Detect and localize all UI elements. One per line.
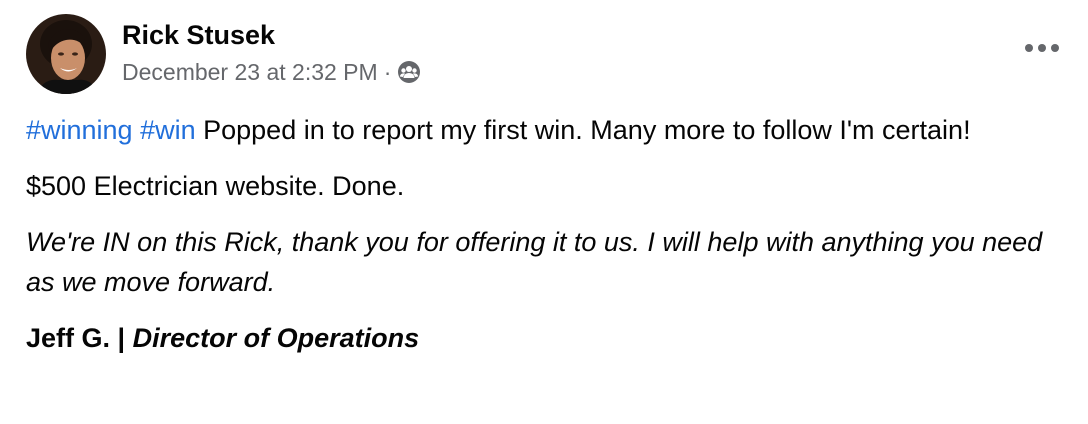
hashtag-link[interactable]: #winning xyxy=(26,115,133,145)
more-options-icon xyxy=(1025,44,1059,52)
more-options-button[interactable] xyxy=(1022,32,1062,64)
post-text-line1: Popped in to report my first win. Many m… xyxy=(195,115,971,145)
post-quote: We're IN on this Rick, thank you for off… xyxy=(26,227,1043,297)
post-meta: Rick Stusek December 23 at 2:32 PM · xyxy=(122,20,421,87)
post-body: #winning #win Popped in to report my fir… xyxy=(26,110,1066,374)
post-paragraph-2: $500 Electrician website. Done. xyxy=(26,171,405,201)
post-timestamp[interactable]: December 23 at 2:32 PM xyxy=(122,57,378,87)
post-header: Rick Stusek December 23 at 2:32 PM · xyxy=(26,14,421,94)
group-icon[interactable] xyxy=(397,60,421,84)
signature-name: Jeff G. | xyxy=(26,323,133,353)
avatar[interactable] xyxy=(26,14,106,94)
post-subline: December 23 at 2:32 PM · xyxy=(122,57,421,87)
signature-title: Director of Operations xyxy=(132,323,420,353)
avatar-image xyxy=(26,14,106,94)
post-signature: Jeff G. | Director of Operations xyxy=(26,318,1066,358)
hashtag-link[interactable]: #win xyxy=(140,115,196,145)
author-name[interactable]: Rick Stusek xyxy=(122,17,421,53)
facebook-post: Rick Stusek December 23 at 2:32 PM · #wi… xyxy=(0,0,1088,424)
post-paragraph-1: #winning #win Popped in to report my fir… xyxy=(26,110,1066,150)
separator-dot: · xyxy=(383,59,392,85)
